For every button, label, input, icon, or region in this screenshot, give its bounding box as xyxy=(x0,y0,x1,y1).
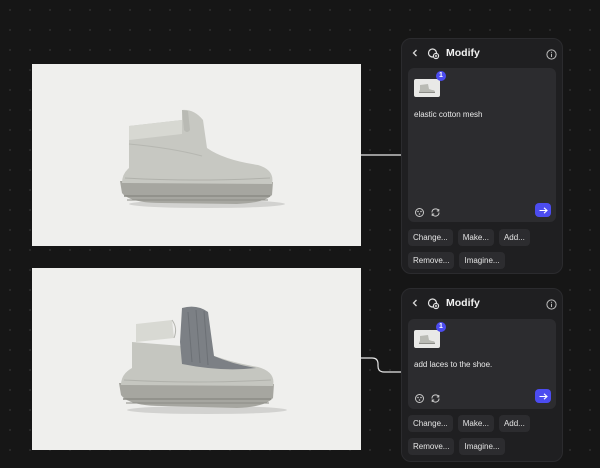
shoe-image xyxy=(119,306,287,414)
chevron-left-icon[interactable] xyxy=(409,47,421,59)
panel-title: Modify xyxy=(446,47,480,59)
reference-count-badge: 1 xyxy=(436,322,446,332)
submit-button[interactable] xyxy=(535,203,551,217)
prompt-text[interactable]: add laces to the shoe. xyxy=(414,360,492,369)
suggestion-chips: Change... Make... Add... Remove... Imagi… xyxy=(408,415,558,455)
prompt-text[interactable]: elastic cotton mesh xyxy=(414,110,482,119)
generated-image-2[interactable] xyxy=(32,268,361,450)
reference-count-badge: 1 xyxy=(436,71,446,81)
refresh-icon[interactable] xyxy=(430,205,441,217)
modify-icon xyxy=(427,297,440,310)
chevron-left-icon[interactable] xyxy=(409,297,421,309)
arrow-right-icon xyxy=(539,206,548,214)
suggestion-chips: Change... Make... Add... Remove... Imagi… xyxy=(408,229,558,269)
suggestion-change[interactable]: Change... xyxy=(408,415,453,432)
suggestion-make[interactable]: Make... xyxy=(457,229,494,246)
panel-header: Modify xyxy=(402,39,562,67)
info-icon[interactable] xyxy=(546,47,557,60)
suggestion-remove[interactable]: Remove... xyxy=(408,438,455,455)
suggestion-add[interactable]: Add... xyxy=(498,415,530,432)
modify-panel-1: Modify 1 elastic cotton mesh Change... M… xyxy=(401,38,563,274)
style-icon[interactable] xyxy=(414,205,425,217)
refresh-icon[interactable] xyxy=(430,391,441,403)
suggestion-remove[interactable]: Remove... xyxy=(408,252,455,269)
panel-header: Modify xyxy=(402,289,562,317)
style-icon[interactable] xyxy=(414,391,425,403)
connector-line-2 xyxy=(361,357,401,373)
suggestion-add[interactable]: Add... xyxy=(498,229,530,246)
suggestion-change[interactable]: Change... xyxy=(408,229,453,246)
modify-icon xyxy=(427,47,440,60)
prompt-box[interactable]: 1 elastic cotton mesh xyxy=(408,68,556,222)
reference-thumbnail[interactable] xyxy=(414,79,440,97)
suggestion-imagine[interactable]: Imagine... xyxy=(459,438,505,455)
info-icon[interactable] xyxy=(546,297,557,310)
suggestion-imagine[interactable]: Imagine... xyxy=(459,252,505,269)
submit-button[interactable] xyxy=(535,389,551,403)
prompt-box[interactable]: 1 add laces to the shoe. xyxy=(408,319,556,409)
reference-thumbnail[interactable] xyxy=(414,330,440,348)
arrow-right-icon xyxy=(539,392,548,400)
generated-image-1[interactable] xyxy=(32,64,361,246)
suggestion-make[interactable]: Make... xyxy=(457,415,494,432)
shoe-image xyxy=(120,109,285,208)
panel-title: Modify xyxy=(446,297,480,309)
modify-panel-2: Modify 1 add laces to the shoe. Change..… xyxy=(401,288,563,462)
